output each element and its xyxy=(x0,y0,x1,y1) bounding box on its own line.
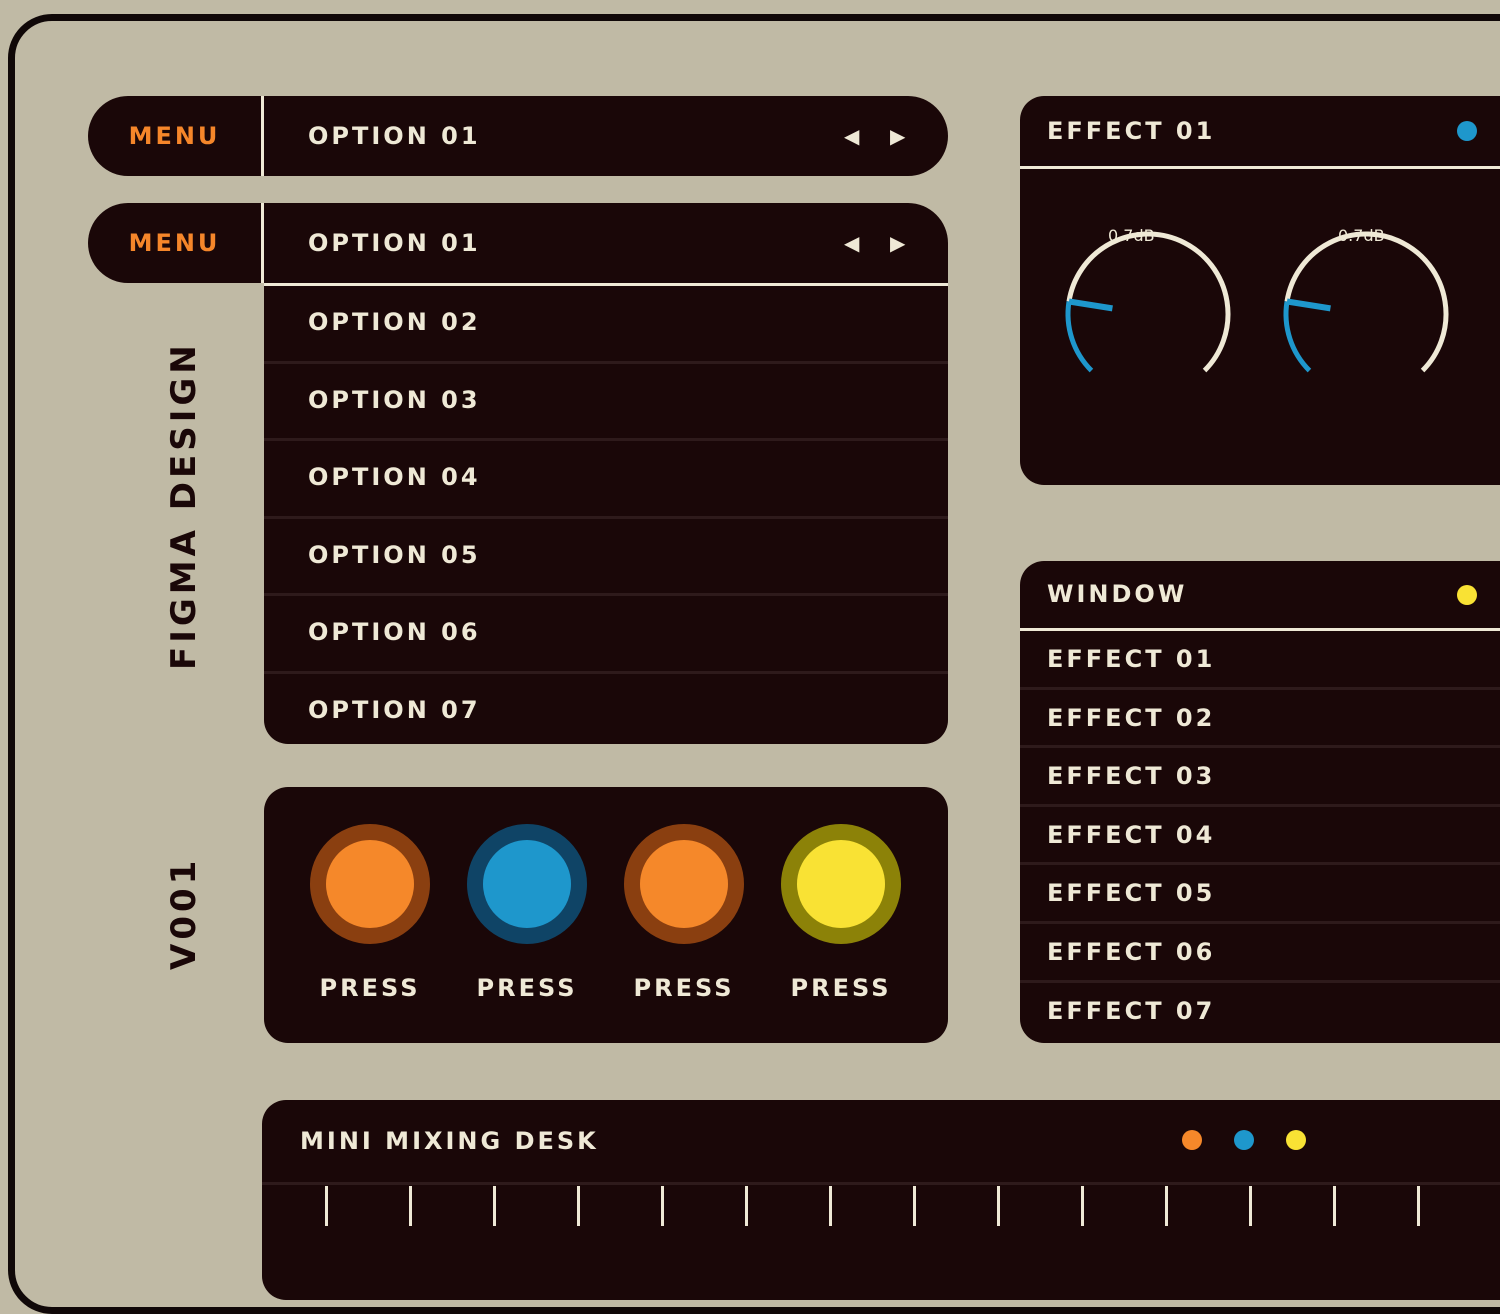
window-list-item[interactable]: EFFECT 07 xyxy=(1020,983,1500,1042)
menu-label: MENU xyxy=(128,122,221,150)
press-button[interactable]: PRESS xyxy=(624,824,744,1002)
mixer-channel-tick xyxy=(409,1186,412,1226)
press-button[interactable]: PRESS xyxy=(467,824,587,1002)
dropdown-option[interactable]: OPTION 06 xyxy=(264,596,948,674)
dropdown-option[interactable]: OPTION 02 xyxy=(264,286,948,364)
knob-pointer xyxy=(1286,298,1331,312)
press-button-label: PRESS xyxy=(319,974,421,1002)
mixer-channel-tick xyxy=(1249,1186,1252,1226)
triangle-left-icon[interactable]: ◀ xyxy=(844,203,859,283)
dropdown-option[interactable]: OPTION 05 xyxy=(264,519,948,596)
mixer-channel-tick xyxy=(913,1186,916,1226)
window-list-item[interactable]: EFFECT 04 xyxy=(1020,807,1500,866)
knob-pointer xyxy=(1068,298,1113,312)
status-dot xyxy=(1457,121,1477,141)
knob-level-arc xyxy=(1065,301,1094,373)
menu-bar-1[interactable]: MENU OPTION 01 ◀ ▶ xyxy=(88,96,948,176)
mixer-channel-tick xyxy=(577,1186,580,1226)
effect-panel-header: EFFECT 01 xyxy=(1020,96,1500,169)
mixer-channel-tick xyxy=(661,1186,664,1226)
window-list-item[interactable]: EFFECT 03 xyxy=(1020,748,1500,807)
window-list-item[interactable]: EFFECT 02 xyxy=(1020,690,1500,749)
window-list-item[interactable]: EFFECT 01 xyxy=(1020,631,1500,690)
window-list-item[interactable]: EFFECT 05 xyxy=(1020,865,1500,924)
mixer-channel-tick xyxy=(829,1186,832,1226)
menu-button[interactable]: MENU xyxy=(88,96,264,176)
press-button-label: PRESS xyxy=(476,974,578,1002)
press-button-circle[interactable] xyxy=(467,824,587,944)
mixer-channel-tick xyxy=(325,1186,328,1226)
mixer-channel-tick xyxy=(745,1186,748,1226)
triangle-left-icon[interactable]: ◀ xyxy=(844,96,859,176)
press-button-circle[interactable] xyxy=(781,824,901,944)
press-button-circle[interactable] xyxy=(310,824,430,944)
mixer-indicator-dot xyxy=(1234,1130,1254,1150)
mixing-desk-title: MINI MIXING DESK xyxy=(300,1127,599,1155)
press-button[interactable]: PRESS xyxy=(310,824,430,1002)
dropdown-option[interactable]: OPTION 07 xyxy=(264,674,948,752)
effect-knob[interactable] xyxy=(1278,226,1453,405)
knob-dial[interactable] xyxy=(1278,226,1453,401)
design-label: FIGMA DESIGN xyxy=(164,341,204,670)
window-panel-title: WINDOW xyxy=(1047,580,1188,608)
knob-value-label: 0.7dB xyxy=(1108,226,1155,245)
mixer-channel-tick xyxy=(997,1186,1000,1226)
mixer-channel-tick xyxy=(1081,1186,1084,1226)
window-list-item[interactable]: EFFECT 06 xyxy=(1020,924,1500,983)
press-button[interactable]: PRESS xyxy=(781,824,901,1002)
press-buttons-panel: PRESS PRESS PRESS PRESS xyxy=(264,787,948,1043)
knob-value-label: 0.7dB xyxy=(1338,226,1385,245)
mixer-channel-tick xyxy=(493,1186,496,1226)
divider xyxy=(262,1182,1500,1185)
mixer-indicator-dot xyxy=(1286,1130,1306,1150)
dropdown-option[interactable]: OPTION 04 xyxy=(264,441,948,519)
mixer-channel-tick xyxy=(1165,1186,1168,1226)
window-panel: WINDOW EFFECT 01 EFFECT 02 EFFECT 03 EFFECT… xyxy=(1020,561,1500,1043)
menu-label: MENU xyxy=(128,229,221,257)
dropdown-list: OPTION 02 OPTION 03 OPTION 04 OPTION 05 OPTI… xyxy=(264,283,948,744)
knob-level-arc xyxy=(1283,301,1312,373)
status-dot xyxy=(1457,585,1477,605)
menu-button[interactable]: MENU xyxy=(88,203,264,283)
triangle-right-icon[interactable]: ▶ xyxy=(890,203,905,283)
press-button-circle[interactable] xyxy=(624,824,744,944)
selected-option: OPTION 01 xyxy=(308,122,481,150)
knob-dial[interactable] xyxy=(1060,226,1235,401)
triangle-right-icon[interactable]: ▶ xyxy=(890,96,905,176)
selected-option: OPTION 01 xyxy=(308,229,481,257)
press-button-label: PRESS xyxy=(790,974,892,1002)
version-label: V001 xyxy=(164,856,204,970)
effect-panel-title: EFFECT 01 xyxy=(1047,117,1216,145)
mixer-channel-tick xyxy=(1417,1186,1420,1226)
press-button-label: PRESS xyxy=(633,974,735,1002)
menu-bar-2[interactable]: MENU OPTION 01 ◀ ▶ xyxy=(88,203,948,283)
window-panel-header: WINDOW xyxy=(1020,561,1500,631)
mixer-channel-tick xyxy=(1333,1186,1336,1226)
effect-knob[interactable] xyxy=(1060,226,1235,405)
effect-panel: EFFECT 01 0.7dB 0.7dB xyxy=(1020,96,1500,485)
mixer-indicator-dot xyxy=(1182,1130,1202,1150)
dropdown-option[interactable]: OPTION 03 xyxy=(264,364,948,441)
mixing-desk-panel: MINI MIXING DESK xyxy=(262,1100,1500,1300)
